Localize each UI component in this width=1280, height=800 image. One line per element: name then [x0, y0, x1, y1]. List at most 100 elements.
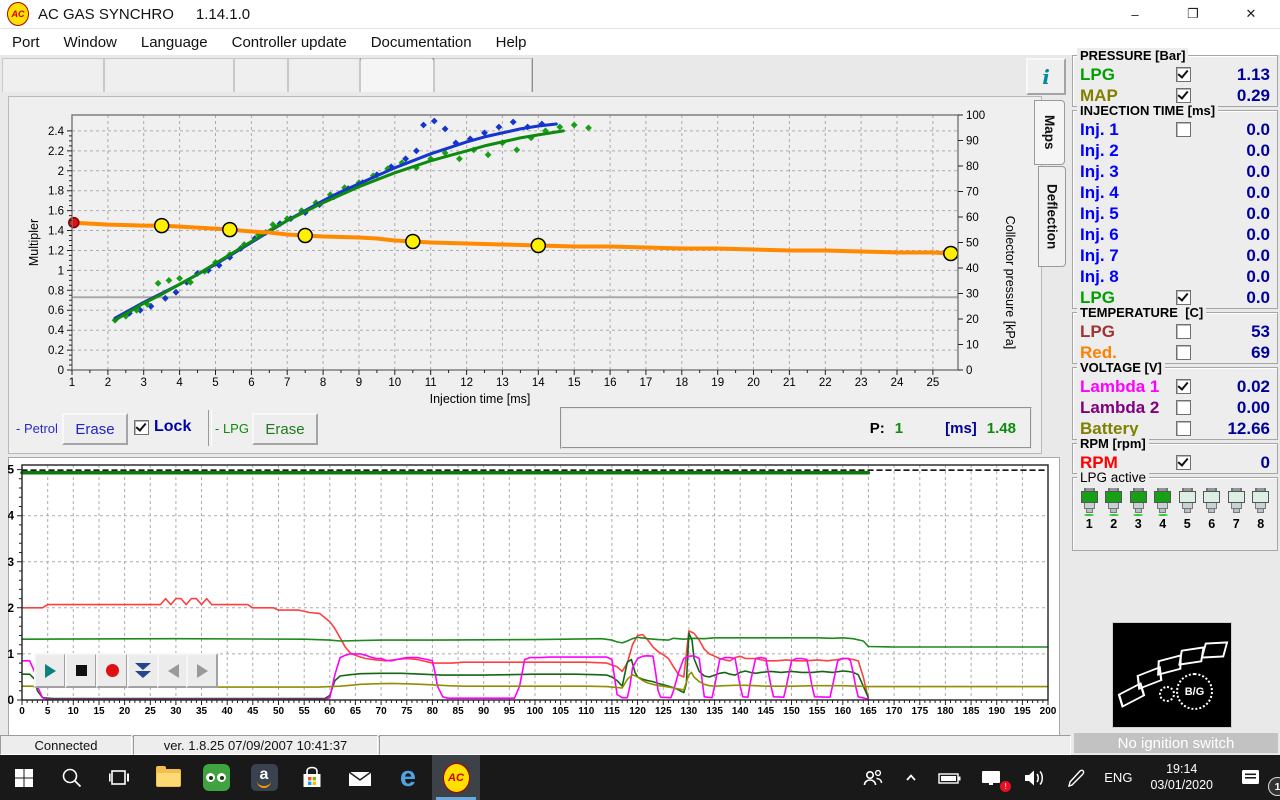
- app-logo-icon: AC: [7, 2, 29, 26]
- sensor-checkbox[interactable]: [1176, 324, 1191, 339]
- svg-text:150: 150: [783, 706, 800, 717]
- taskbar-mail-icon[interactable]: [336, 755, 384, 800]
- sensor-row: Inj. 60.0: [1073, 224, 1277, 245]
- clock[interactable]: 19:14 03/01/2020: [1141, 755, 1222, 800]
- injector-number: 1: [1086, 517, 1093, 531]
- notification-icon[interactable]: 1: [1222, 755, 1280, 800]
- play-button[interactable]: [34, 653, 66, 688]
- left-arrow-icon: [168, 664, 179, 678]
- svg-text:195: 195: [1014, 706, 1031, 717]
- svg-text:30: 30: [966, 289, 979, 301]
- menu-item-port[interactable]: Port: [0, 34, 52, 51]
- svg-text:30: 30: [170, 706, 182, 717]
- menu-item-language[interactable]: Language: [129, 34, 220, 51]
- svg-text:25: 25: [145, 706, 157, 717]
- map-chart[interactable]: 1234567891011121314151617181920212223242…: [8, 97, 1038, 413]
- map-nodes[interactable]: [298, 229, 312, 243]
- taskbar-tripadvisor-icon[interactable]: [192, 755, 240, 800]
- menu-item-controller-update[interactable]: Controller update: [220, 34, 359, 51]
- map-nodes[interactable]: [406, 235, 420, 249]
- fast-forward-button[interactable]: [127, 653, 159, 688]
- map-nodes[interactable]: [155, 219, 169, 233]
- sensor-checkbox[interactable]: [1176, 88, 1191, 103]
- injector-number: 6: [1208, 517, 1215, 531]
- toolbar-tab-1[interactable]: [2, 58, 104, 92]
- step-back-button[interactable]: [157, 653, 189, 688]
- map-nodes[interactable]: [531, 239, 545, 253]
- sensor-checkbox[interactable]: [1176, 455, 1191, 470]
- sensor-checkbox[interactable]: [1176, 421, 1191, 436]
- sensor-checkbox[interactable]: [1176, 67, 1191, 82]
- svg-text:160: 160: [834, 706, 851, 717]
- tab-maps[interactable]: Maps: [1034, 100, 1065, 165]
- taskbar-amazon-icon[interactable]: a: [240, 755, 288, 800]
- svg-text:55: 55: [299, 706, 311, 717]
- sensor-checkbox[interactable]: [1176, 379, 1191, 394]
- taskbar-task-view-icon[interactable]: [96, 755, 144, 800]
- sensor-value: 0.0: [1202, 141, 1270, 161]
- lpg-active-panel: LPG active 12345678: [1072, 477, 1278, 551]
- map-nodes[interactable]: [223, 223, 237, 237]
- taskbar: a eAC ! ENG 19:14: [0, 755, 1280, 800]
- map-nodes[interactable]: [944, 247, 958, 261]
- oscilloscope-chart: 0510152025303540455055606570758085909510…: [8, 457, 1058, 735]
- display-alert-icon[interactable]: !: [971, 755, 1013, 800]
- svg-text:24: 24: [891, 377, 904, 389]
- toolbar-tab-2[interactable]: [104, 58, 234, 92]
- lock-checkbox[interactable]: [134, 420, 149, 435]
- menu-item-documentation[interactable]: Documentation: [359, 34, 484, 51]
- restore-button[interactable]: ❐: [1164, 0, 1222, 28]
- erase-petrol-button[interactable]: Erase: [62, 413, 128, 445]
- sensor-row: Inj. 70.0: [1073, 245, 1277, 266]
- petrol-label: - Petrol: [16, 421, 58, 436]
- toolbar-tab-5[interactable]: [360, 58, 434, 92]
- panel-title: INJECTION TIME [ms]: [1077, 103, 1218, 118]
- step-forward-button[interactable]: [186, 653, 218, 688]
- svg-text:40: 40: [222, 706, 234, 717]
- close-button[interactable]: ✕: [1222, 0, 1280, 28]
- svg-text:80: 80: [966, 161, 979, 173]
- clock-time: 19:14: [1150, 762, 1213, 778]
- injector-icon-4: 4: [1152, 488, 1174, 531]
- speaker-icon[interactable]: [1013, 755, 1055, 800]
- panel-title: TEMPERATURE [C]: [1077, 305, 1206, 320]
- info-button[interactable]: i: [1026, 58, 1066, 95]
- tab-deflection[interactable]: Deflection: [1038, 166, 1066, 267]
- taskbar-store-icon[interactable]: [288, 755, 336, 800]
- taskbar-start-icon[interactable]: [0, 755, 48, 800]
- toolbar-tab-6[interactable]: [434, 58, 532, 92]
- taskbar-edge-icon[interactable]: e: [384, 755, 432, 800]
- sensor-checkbox[interactable]: [1176, 122, 1191, 137]
- record-icon: [106, 664, 119, 677]
- chevron-up-icon[interactable]: [893, 755, 929, 800]
- sensor-checkbox[interactable]: [1176, 290, 1191, 305]
- taskbar-ac-gas-synchro-icon[interactable]: AC: [432, 755, 480, 800]
- menu-item-help[interactable]: Help: [484, 34, 539, 51]
- sensor-checkbox[interactable]: [1176, 400, 1191, 415]
- sensor-value: 0.0: [1202, 246, 1270, 266]
- sensor-checkbox[interactable]: [1176, 345, 1191, 360]
- taskbar-file-explorer-icon[interactable]: [144, 755, 192, 800]
- toolbar-tab-4[interactable]: [288, 58, 360, 92]
- sensor-label: Lambda 1: [1080, 377, 1176, 397]
- benzine-gas-switch-icon[interactable]: B/G: [1176, 673, 1213, 710]
- record-button[interactable]: [96, 653, 128, 688]
- menu-item-window[interactable]: Window: [52, 34, 129, 51]
- stop-button[interactable]: [65, 653, 97, 688]
- people-icon[interactable]: [853, 755, 893, 800]
- svg-text:0: 0: [58, 365, 64, 377]
- svg-text:95: 95: [504, 706, 516, 717]
- toolbar-tab-3[interactable]: [234, 58, 288, 92]
- battery-icon[interactable]: [929, 755, 971, 800]
- language-indicator[interactable]: ENG: [1095, 755, 1141, 800]
- svg-text:100: 100: [966, 110, 985, 122]
- minimize-button[interactable]: –: [1106, 0, 1164, 28]
- sensor-label: Inj. 3: [1080, 162, 1176, 182]
- panel-title: PRESSURE [Bar]: [1077, 48, 1188, 63]
- svg-text:180: 180: [937, 706, 954, 717]
- erase-lpg-button[interactable]: Erase: [252, 413, 318, 445]
- pen-icon[interactable]: [1055, 755, 1095, 800]
- injector-icon-5: 5: [1176, 488, 1198, 531]
- svg-text:0.4: 0.4: [48, 325, 65, 337]
- taskbar-search-icon[interactable]: [48, 755, 96, 800]
